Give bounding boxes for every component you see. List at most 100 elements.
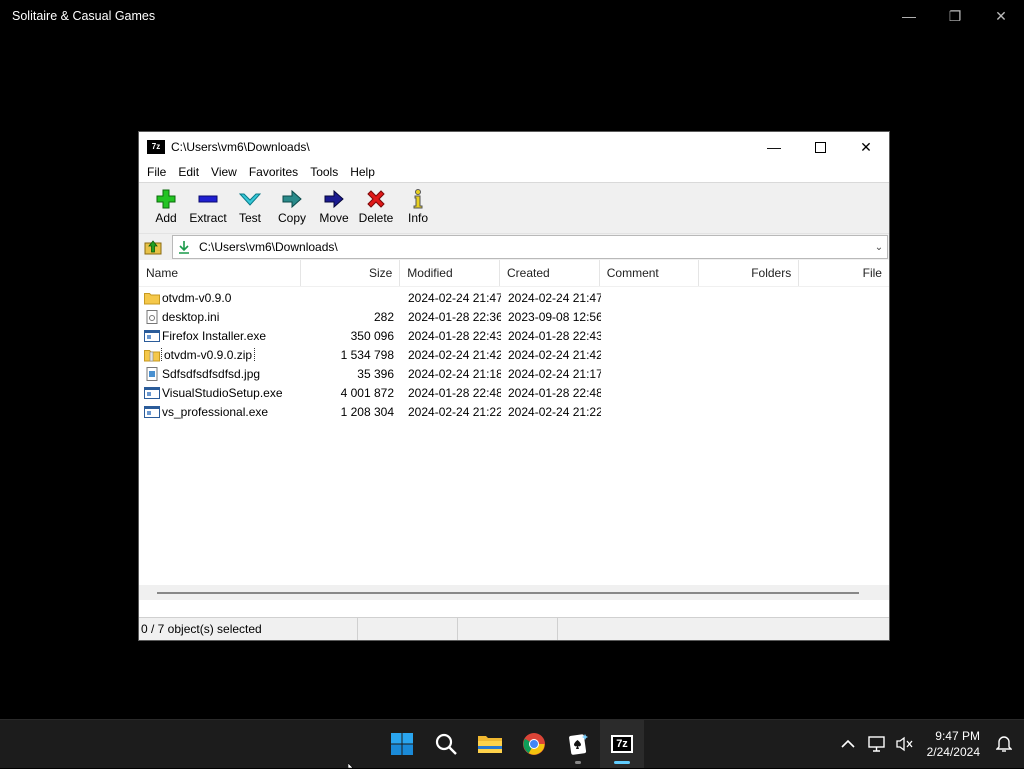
info-button[interactable]: Info (397, 183, 439, 233)
column-header-modified[interactable]: Modified (400, 260, 501, 286)
status-bar: 0 / 7 object(s) selected (139, 617, 889, 640)
background-window-controls: — ❐ ✕ (886, 0, 1024, 32)
menu-help[interactable]: Help (344, 165, 381, 179)
table-row[interactable]: desktop.ini 282 2024-01-28 22:36 2023-09… (139, 307, 889, 326)
address-text: C:\Users\vm6\Downloads\ (199, 240, 338, 254)
chrome-button[interactable] (512, 720, 556, 768)
solitaire-button[interactable] (556, 720, 600, 768)
copy-button[interactable]: Copy (271, 183, 313, 233)
add-button[interactable]: Add (145, 183, 187, 233)
test-button[interactable]: Test (229, 183, 271, 233)
menu-view[interactable]: View (205, 165, 243, 179)
folder-icon (144, 292, 160, 304)
file-modified: 2024-02-24 21:22 (408, 404, 501, 419)
file-modified: 2024-01-28 22:48 (408, 385, 501, 400)
file-modified: 2024-01-28 22:36 (408, 309, 501, 324)
table-row[interactable]: VisualStudioSetup.exe 4 001 872 2024-01-… (139, 383, 889, 402)
network-button[interactable] (863, 736, 891, 752)
file-size: 35 396 (357, 366, 394, 381)
file-explorer-button[interactable] (468, 720, 512, 768)
volume-button[interactable] (891, 736, 919, 752)
image-file-icon (146, 366, 158, 381)
scrollbar-thumb[interactable] (157, 592, 859, 594)
table-row[interactable]: otvdm-v0.9.0.zip 1 534 798 2024-02-24 21… (139, 345, 889, 364)
menu-edit[interactable]: Edit (172, 165, 205, 179)
maximize-icon (814, 141, 826, 153)
download-icon (177, 240, 193, 254)
file-modified: 2024-01-28 22:43 (408, 328, 501, 343)
move-icon (323, 189, 345, 209)
list-header: Name Size Modified Created Comment Folde… (139, 260, 889, 287)
executable-icon (144, 329, 160, 342)
menu-favorites[interactable]: Favorites (243, 165, 304, 179)
settings-file-icon (146, 309, 158, 324)
column-header-folders[interactable]: Folders (699, 260, 800, 286)
menu-bar: File Edit View Favorites Tools Help (139, 162, 889, 182)
search-button[interactable] (424, 720, 468, 768)
chevron-down-icon[interactable]: ⌄ (871, 242, 887, 253)
show-hidden-icons-button[interactable] (833, 739, 863, 749)
address-field[interactable]: C:\Users\vm6\Downloads\ ⌄ (172, 235, 888, 259)
status-text: 0 / 7 object(s) selected (139, 618, 358, 640)
clock[interactable]: 9:47 PM 2/24/2024 (927, 728, 980, 760)
file-size: 350 096 (350, 328, 394, 343)
file-size: 1 534 798 (340, 347, 394, 362)
network-icon (867, 736, 885, 752)
horizontal-scrollbar[interactable] (139, 585, 889, 600)
start-icon (391, 733, 413, 755)
file-created: 2024-01-28 22:43 (508, 328, 601, 343)
test-icon (239, 189, 261, 209)
taskbar-apps: 7z (380, 720, 644, 768)
7zip-icon: 7z (611, 735, 633, 753)
file-name: Firefox Installer.exe (162, 328, 267, 343)
solitaire-icon (569, 734, 588, 755)
copy-icon (281, 189, 303, 209)
bg-restore-button[interactable]: ❐ (932, 0, 978, 32)
table-row[interactable]: otvdm-v0.9.0 2024-02-24 21:47 2024-02-24… (139, 288, 889, 307)
bg-minimize-button[interactable]: — (886, 0, 932, 32)
table-row[interactable]: vs_professional.exe 1 208 304 2024-02-24… (139, 402, 889, 421)
mouse-cursor-icon (348, 763, 354, 769)
delete-icon (365, 189, 387, 209)
column-header-created[interactable]: Created (500, 260, 600, 286)
folder-up-icon (144, 240, 162, 255)
file-created: 2024-02-24 21:47 (508, 290, 601, 305)
clock-date: 2/24/2024 (926, 745, 980, 759)
start-button[interactable] (380, 720, 424, 768)
file-rows: otvdm-v0.9.0 2024-02-24 21:47 2024-02-24… (139, 287, 889, 421)
notifications-button[interactable] (990, 735, 1018, 753)
file-name: otvdm-v0.9.0 (162, 290, 232, 305)
column-header-files[interactable]: File (799, 260, 889, 286)
clock-time: 9:47 PM (935, 729, 980, 743)
column-header-name[interactable]: Name (139, 260, 301, 286)
folder-up-button[interactable] (142, 236, 164, 258)
executable-icon (144, 405, 160, 418)
address-bar: C:\Users\vm6\Downloads\ ⌄ (139, 233, 889, 260)
active-indicator (614, 761, 630, 764)
table-row[interactable]: Firefox Installer.exe 350 096 2024-01-28… (139, 326, 889, 345)
column-header-size[interactable]: Size (301, 260, 401, 286)
file-modified: 2024-02-24 21:18 (408, 366, 501, 381)
file-size: 282 (373, 309, 394, 324)
extract-icon (197, 189, 219, 209)
close-button[interactable]: ✕ (843, 132, 889, 162)
column-header-comment[interactable]: Comment (600, 260, 700, 286)
file-size: 1 208 304 (340, 404, 394, 419)
bg-close-button[interactable]: ✕ (978, 0, 1024, 32)
move-button[interactable]: Move (313, 183, 355, 233)
delete-button[interactable]: Delete (355, 183, 397, 233)
menu-tools[interactable]: Tools (304, 165, 344, 179)
table-row[interactable]: Sdfsdfsdfsdfsd.jpg 35 396 2024-02-24 21:… (139, 364, 889, 383)
extract-button[interactable]: Extract (187, 183, 229, 233)
maximize-button[interactable] (797, 132, 843, 162)
file-modified: 2024-02-24 21:42 (408, 347, 501, 362)
7zip-window: 7z C:\Users\vm6\Downloads\ — ✕ File Edit… (138, 131, 890, 641)
menu-file[interactable]: File (141, 165, 172, 179)
title-bar[interactable]: 7z C:\Users\vm6\Downloads\ — ✕ (139, 132, 889, 162)
minimize-button[interactable]: — (751, 132, 797, 162)
file-modified: 2024-02-24 21:47 (408, 290, 501, 305)
7zip-taskbar-button[interactable]: 7z (600, 720, 644, 768)
taskbar: 7z 9:47 PM 2/24/2024 (0, 719, 1024, 768)
system-tray: 9:47 PM 2/24/2024 (833, 720, 1024, 768)
file-name: otvdm-v0.9.0.zip (160, 347, 256, 362)
